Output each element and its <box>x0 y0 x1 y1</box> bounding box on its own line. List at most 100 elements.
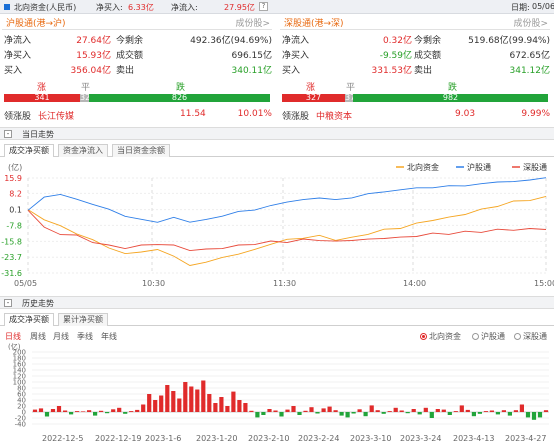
history-bar-24 <box>177 398 182 412</box>
sgt-row2-label2: 成交额 <box>414 51 442 61</box>
hgt-row3-label: 买入 <box>4 66 23 76</box>
history-bar-17 <box>135 409 140 412</box>
history-collapse-button[interactable]: - <box>4 299 12 307</box>
sgt-leader-name[interactable]: 中粮资本 <box>316 109 352 122</box>
history-bar-84 <box>537 412 543 418</box>
history-bar-8 <box>81 411 86 412</box>
history-bar-31 <box>219 397 224 412</box>
intraday-section-title: 当日走势 <box>22 130 54 139</box>
sgt-leader-price: 9.03 <box>455 109 476 119</box>
date-value: 05/06 <box>532 2 554 11</box>
hgt-down-label: 跌 <box>176 83 186 93</box>
history-xtick-0: 2022-12-5 <box>42 434 83 443</box>
help-button[interactable]: ? <box>259 2 268 11</box>
hgt-row1-value: 27.64亿 <box>76 36 111 46</box>
history-bar-82 <box>525 412 531 418</box>
hgt-flat-count: 32 <box>80 93 91 102</box>
history-bar-10 <box>93 412 98 416</box>
history-bar-5 <box>63 410 68 412</box>
history-bar-55 <box>363 412 368 417</box>
date-label: 日期: <box>511 3 530 12</box>
history-bar-36 <box>249 410 254 412</box>
hgt-row3-value2: 340.11亿 <box>231 66 273 76</box>
sgt-up-label: 涨 <box>306 83 316 93</box>
sgt-row3-value: 331.53亿 <box>371 66 413 76</box>
history-bar-7 <box>75 411 80 412</box>
summary-header: 北向资金(人民币) 净买入: 6.33亿 净流入: 27.95亿 ? 日期: 0… <box>0 0 554 14</box>
history-bar-16 <box>129 411 134 412</box>
intraday-legend-label-1: 沪股通 <box>467 162 491 172</box>
hgt-row3-label2: 卖出 <box>116 66 135 76</box>
intraday-legend-label-2: 深股通 <box>523 162 547 172</box>
hgt-row1-label2: 今剩余 <box>116 36 144 46</box>
intraday-line-chart: (亿) 北向资金 沪股通 深股通 15.9 8.2 0.1 -7.8 -15.8 -23.7 -31… <box>1 162 554 288</box>
radio-sz-indicator <box>514 333 521 340</box>
hgt-row3-value: 356.04亿 <box>70 66 112 76</box>
intraday-section-header: - 当日走势 <box>0 127 554 140</box>
tab-history-cumulative[interactable]: 累计净买额 <box>58 313 108 326</box>
sgt-leader-label: 领涨股 <box>282 112 310 122</box>
history-bar-20 <box>153 400 158 412</box>
history-bar-30 <box>213 403 218 412</box>
sgt-row1-label: 净流入 <box>282 36 310 46</box>
tab-intraday-net-buy[interactable]: 成交净买额 <box>4 144 54 157</box>
history-bar-85 <box>543 410 549 412</box>
sgt-row1-label2: 今剩余 <box>414 36 442 46</box>
hgt-constituents-link[interactable]: 成份股> <box>235 16 270 29</box>
tab-history-net-buy[interactable]: 成交净买额 <box>4 313 54 326</box>
history-tabs: 成交净买额 累计净买额 <box>0 313 554 326</box>
hgt-up-count: 341 <box>4 94 80 102</box>
history-bar-60 <box>393 407 398 412</box>
fund-icon <box>4 4 10 10</box>
history-bar-27 <box>195 389 200 412</box>
history-bar-12 <box>105 412 110 414</box>
history-bar-41 <box>279 412 284 417</box>
history-bar-3 <box>50 409 56 412</box>
history-xtick-5: 2023-2-24 <box>298 434 339 443</box>
history-bar-53 <box>351 412 356 414</box>
history-bar-79 <box>507 412 512 416</box>
intraday-series-0 <box>27 195 547 266</box>
sgt-row2-value: -9.59亿 <box>379 51 412 61</box>
intraday-xtick-4: 15:00 <box>534 279 554 288</box>
hgt-leader-name[interactable]: 长江传媒 <box>38 109 74 122</box>
history-bar-73 <box>471 412 476 417</box>
history-bar-69 <box>447 412 452 415</box>
intraday-ytick-3: -7.8 <box>6 221 22 230</box>
history-bar-26 <box>189 386 194 412</box>
history-bar-49 <box>327 406 332 412</box>
history-ytick-12: -40 <box>15 421 26 429</box>
net-inflow-value: 27.95亿 <box>224 3 255 12</box>
history-bar-80 <box>513 410 518 412</box>
sgt-constituents-link[interactable]: 成份股> <box>513 16 548 29</box>
intraday-xtick-2: 11:30 <box>273 279 296 288</box>
hgt-title: 沪股通(港→沪) <box>6 19 66 29</box>
intraday-legend-label-0: 北向资金 <box>407 162 439 172</box>
history-bar-18 <box>141 404 146 412</box>
hgt-leader-pct: 10.01% <box>237 109 272 119</box>
history-bar-65 <box>423 407 428 412</box>
intraday-unit-label: (亿) <box>8 162 22 172</box>
history-bar-35 <box>243 403 248 412</box>
net-buy-value: 6.33亿 <box>128 3 154 12</box>
history-bar-22 <box>165 385 170 412</box>
sgt-row2-label: 净买入 <box>282 51 310 61</box>
history-bar-72 <box>465 409 470 412</box>
history-bar-23 <box>171 391 176 412</box>
sgt-breadth-bar: 327 37 982 <box>282 94 548 102</box>
hgt-row1-label: 净流入 <box>4 36 32 46</box>
sgt-row3-label: 买入 <box>282 66 301 76</box>
hgt-row2-label2: 成交额 <box>116 51 144 61</box>
sgt-row1-value: 0.32亿 <box>382 36 412 46</box>
history-bar-1 <box>38 408 44 412</box>
history-bar-34 <box>237 400 242 412</box>
history-bar-19 <box>147 394 152 412</box>
tab-intraday-net-inflow[interactable]: 资金净流入 <box>58 144 108 157</box>
history-bar-47 <box>315 412 320 414</box>
history-bar-51 <box>339 412 344 416</box>
tab-intraday-balance[interactable]: 当日资金余额 <box>112 144 170 157</box>
hgt-row2-label: 净买入 <box>4 51 32 61</box>
history-bar-39 <box>267 409 272 412</box>
header-title: 北向资金(人民币) <box>14 3 77 12</box>
intraday-collapse-button[interactable]: - <box>4 130 12 138</box>
